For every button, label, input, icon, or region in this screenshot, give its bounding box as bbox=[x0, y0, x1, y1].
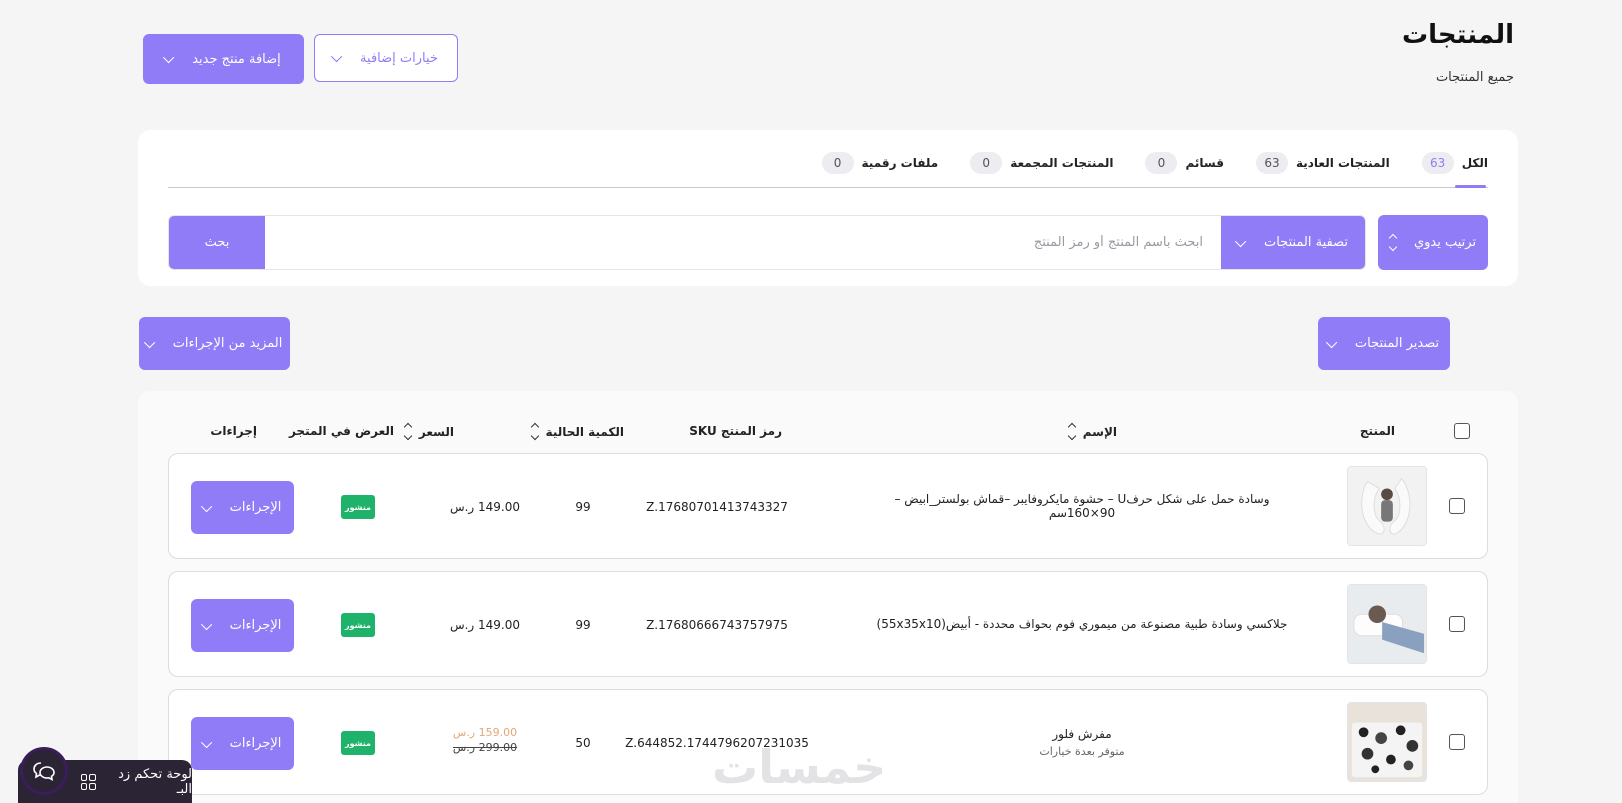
export-label: تصدير المنتجات bbox=[1354, 336, 1440, 351]
product-sku: Z.17680666743757975 bbox=[646, 618, 788, 632]
more-options-label: خيارات إضافية bbox=[360, 50, 438, 66]
product-price: 149.00 ر.س bbox=[449, 618, 521, 632]
chevron-down-icon bbox=[1325, 336, 1338, 348]
original-price: 299.00 ر.س bbox=[452, 741, 518, 754]
row-actions-button[interactable]: الإجراءات bbox=[191, 481, 294, 534]
select-all-checkbox[interactable] bbox=[1454, 423, 1470, 439]
product-image bbox=[1347, 702, 1427, 782]
sort-label: ترتيب يدوي bbox=[1413, 235, 1477, 250]
table-row: وسادة حمل على شكل حرفU – حشوة مايكروفايب… bbox=[168, 453, 1488, 559]
filter-products-button[interactable]: تصفية المنتجات bbox=[1221, 216, 1365, 269]
product-name[interactable]: مفرش فلور متوفر بعدة خيارات bbox=[867, 690, 1297, 794]
tab-label: الكل bbox=[1461, 156, 1488, 170]
product-price: 159.00 ر.س 299.00 ر.س bbox=[435, 726, 535, 754]
filter-card: الكل 63 المنتجات العادية 63 قسائم 0 المن… bbox=[138, 130, 1518, 286]
product-name[interactable]: جلاكسي وسادة طبية مصنوعة من ميموري فوم ب… bbox=[867, 572, 1297, 676]
tab-label: قسائم bbox=[1185, 156, 1224, 170]
search-button[interactable]: بحث bbox=[169, 216, 265, 269]
row-checkbox[interactable] bbox=[1449, 616, 1465, 632]
sort-button[interactable]: ترتيب يدوي bbox=[1378, 215, 1488, 270]
product-variants-note: متوفر بعدة خيارات bbox=[1039, 744, 1125, 758]
header-sku: رمز المنتج SKU bbox=[689, 424, 782, 438]
sort-icon bbox=[1388, 233, 1398, 252]
watermark: خمسات bbox=[712, 740, 887, 794]
product-image bbox=[1347, 466, 1427, 546]
header-quantity[interactable]: الكمية الحالية bbox=[530, 422, 624, 441]
tab-count: 0 bbox=[821, 152, 854, 174]
product-quantity: 99 bbox=[575, 618, 591, 632]
dashboard-grid-icon bbox=[80, 773, 96, 790]
more-options-button[interactable]: خيارات إضافية bbox=[314, 34, 458, 82]
search-input[interactable] bbox=[265, 216, 1221, 269]
chevron-down-icon bbox=[143, 336, 155, 348]
chevron-down-icon bbox=[200, 618, 212, 630]
chevron-down-icon bbox=[163, 51, 175, 64]
export-products-button[interactable]: تصدير المنتجات bbox=[1318, 317, 1450, 370]
tab-count: 63 bbox=[1421, 152, 1454, 174]
status-badge: منشور bbox=[341, 495, 375, 519]
tab-label: ملفات رقمية bbox=[861, 156, 939, 170]
tab-vouchers[interactable]: قسائم 0 bbox=[1145, 152, 1224, 174]
page-subtitle: جميع المنتجات bbox=[1435, 70, 1514, 85]
chat-icon bbox=[33, 762, 55, 781]
add-product-label: إضافة منتج جديد bbox=[192, 51, 281, 67]
tab-digital-files[interactable]: ملفات رقمية 0 bbox=[821, 152, 939, 174]
product-price: 149.00 ر.س bbox=[449, 500, 521, 514]
search-filter-group: تصفية المنتجات بحث bbox=[168, 215, 1366, 270]
tab-label: المنتجات العادية bbox=[1295, 156, 1390, 170]
more-actions-label: المزيد من الإجراءات bbox=[172, 336, 283, 351]
tab-regular-products[interactable]: المنتجات العادية 63 bbox=[1255, 152, 1390, 174]
page-title: المنتجات bbox=[1402, 20, 1514, 50]
row-checkbox[interactable] bbox=[1449, 498, 1465, 514]
sale-price: 159.00 ر.س bbox=[452, 726, 518, 739]
header-name[interactable]: الإسم bbox=[1067, 422, 1117, 441]
tab-bundles[interactable]: المنتجات المجمعة 0 bbox=[970, 152, 1113, 174]
chat-button[interactable] bbox=[20, 747, 68, 795]
sort-icon bbox=[403, 422, 413, 441]
tab-count: 0 bbox=[1145, 152, 1178, 174]
product-name[interactable]: وسادة حمل على شكل حرفU – حشوة مايكروفايب… bbox=[867, 454, 1297, 558]
status-badge: منشور bbox=[341, 731, 375, 755]
tab-all[interactable]: الكل 63 bbox=[1421, 152, 1488, 174]
filter-label: تصفية المنتجات bbox=[1263, 235, 1349, 250]
header-store-display: العرض في المتجر bbox=[288, 424, 394, 438]
dashboard-label: لوحة تحكم زد البـ bbox=[118, 766, 192, 797]
row-actions-button[interactable]: الإجراءات bbox=[191, 717, 294, 770]
tab-active-indicator bbox=[1455, 185, 1486, 188]
status-badge: منشور bbox=[341, 613, 375, 637]
chevron-down-icon bbox=[200, 736, 212, 748]
product-image bbox=[1347, 584, 1427, 664]
chevron-down-icon bbox=[200, 500, 212, 512]
product-quantity: 50 bbox=[575, 736, 591, 750]
header-product: المنتج bbox=[1359, 424, 1395, 438]
product-tabs: الكل 63 المنتجات العادية 63 قسائم 0 المن… bbox=[790, 152, 1488, 174]
tabs-divider bbox=[168, 187, 1488, 188]
tab-count: 63 bbox=[1255, 152, 1288, 174]
add-product-button[interactable]: إضافة منتج جديد bbox=[143, 34, 304, 84]
tab-count: 0 bbox=[970, 152, 1003, 174]
header-actions: إجراءات bbox=[210, 424, 257, 438]
more-actions-button[interactable]: المزيد من الإجراءات bbox=[139, 317, 290, 370]
header-price[interactable]: السعر bbox=[403, 422, 454, 441]
table-row: جلاكسي وسادة طبية مصنوعة من ميموري فوم ب… bbox=[168, 571, 1488, 677]
sort-icon bbox=[530, 422, 539, 441]
row-actions-button[interactable]: الإجراءات bbox=[191, 599, 294, 652]
row-checkbox[interactable] bbox=[1449, 734, 1465, 750]
product-quantity: 99 bbox=[575, 500, 591, 514]
sort-icon bbox=[1067, 422, 1076, 441]
product-sku: Z.17680701413743327 bbox=[646, 500, 788, 514]
tab-label: المنتجات المجمعة bbox=[1010, 156, 1114, 170]
chevron-down-icon bbox=[330, 50, 343, 63]
chevron-down-icon bbox=[1234, 235, 1247, 247]
